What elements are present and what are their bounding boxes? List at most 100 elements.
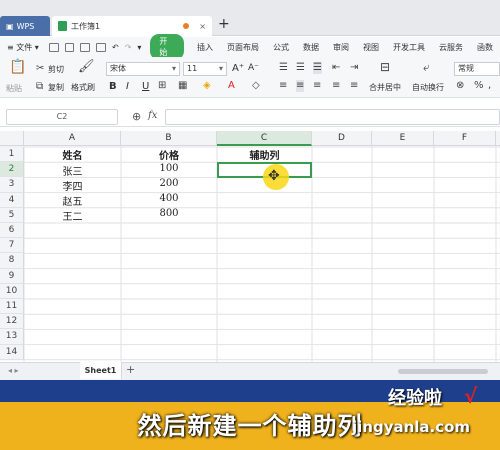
- redo-icon[interactable]: ↷: [125, 43, 132, 52]
- col-header-d[interactable]: D: [312, 131, 372, 146]
- row-header-4[interactable]: 4: [0, 192, 24, 208]
- align-right-icon[interactable]: ≡: [313, 80, 321, 92]
- col-header-e[interactable]: E: [372, 131, 434, 146]
- row-header-14[interactable]: 14: [0, 344, 24, 360]
- row-header-10[interactable]: 10: [0, 283, 24, 299]
- col-header-a[interactable]: A: [24, 131, 121, 146]
- row-header-1[interactable]: 1: [0, 147, 24, 163]
- row-header-5[interactable]: 5: [0, 207, 24, 223]
- name-box[interactable]: C2: [6, 109, 118, 125]
- select-all-corner[interactable]: [0, 131, 24, 146]
- row-header-6[interactable]: 6: [0, 223, 24, 239]
- currency-icon[interactable]: ⊗: [456, 80, 464, 92]
- tab-workbook-label: 工作簿1: [71, 21, 101, 31]
- tab-close-button[interactable]: ×: [199, 22, 206, 31]
- menu-insert[interactable]: 插入: [190, 42, 220, 53]
- cell-a4[interactable]: 赵五: [24, 193, 121, 208]
- font-color-icon[interactable]: A: [228, 80, 235, 92]
- col-header-f[interactable]: F: [434, 131, 496, 146]
- undo-icon[interactable]: ↶: [112, 43, 119, 52]
- outdent-icon[interactable]: ⇥: [350, 62, 358, 74]
- row-header-2[interactable]: 2: [0, 162, 24, 178]
- merge-cells-icon[interactable]: ▦: [178, 80, 187, 92]
- row-header-12[interactable]: 12: [0, 314, 24, 330]
- cell-b3[interactable]: 200: [121, 178, 217, 193]
- menu-developer[interactable]: 开发工具: [386, 42, 432, 53]
- fill-color-icon[interactable]: ◈: [203, 80, 211, 92]
- row-header-3[interactable]: 3: [0, 177, 24, 193]
- cell-a3[interactable]: 李四: [24, 178, 121, 193]
- indent-icon[interactable]: ⇤: [332, 62, 340, 74]
- cell-a5[interactable]: 王二: [24, 208, 121, 223]
- sheet-nav-icons[interactable]: ◂ ▸: [8, 366, 19, 375]
- print-icon[interactable]: [64, 42, 75, 52]
- decrease-font-button[interactable]: A⁻: [248, 63, 259, 73]
- menu-data[interactable]: 数据: [296, 42, 326, 53]
- align-top-icon[interactable]: ☰: [279, 62, 288, 74]
- cell-b4[interactable]: 400: [121, 193, 217, 208]
- col-header-c[interactable]: C: [217, 131, 312, 146]
- cut-button[interactable]: 剪切: [48, 64, 64, 75]
- formula-input[interactable]: [165, 109, 500, 125]
- tab-workbook[interactable]: 工作簿1 ×: [52, 16, 212, 36]
- menu-page-layout[interactable]: 页面布局: [220, 42, 266, 53]
- wrap-text-button[interactable]: 自动换行: [412, 82, 444, 93]
- new-tab-button[interactable]: +: [218, 16, 230, 32]
- save-icon[interactable]: [48, 42, 59, 52]
- underline-button[interactable]: U: [142, 81, 149, 92]
- font-family-value: 宋体: [110, 64, 126, 73]
- clear-format-icon[interactable]: ◇: [252, 80, 260, 92]
- merge-center-button[interactable]: 合并居中: [369, 82, 401, 93]
- number-format-select[interactable]: 常规: [454, 62, 500, 76]
- menu-bar: ≡ 文件 ▾ ↶ ↷ ▾ 开始 插入 页面布局 公式 数据 审阅 视图 开发工具…: [0, 34, 500, 60]
- row-header-8[interactable]: 8: [0, 253, 24, 269]
- font-family-select[interactable]: 宋体 ▾: [106, 62, 180, 76]
- sheet-tab-sheet1[interactable]: Sheet1: [80, 362, 122, 379]
- cell-b1[interactable]: 价格: [121, 147, 217, 162]
- font-size-select[interactable]: 11 ▾: [183, 62, 227, 76]
- bold-button[interactable]: B: [109, 81, 117, 92]
- paste-icon[interactable]: 📋: [9, 60, 26, 74]
- percent-icon[interactable]: %: [474, 80, 484, 92]
- distribute-icon[interactable]: ≡: [350, 80, 358, 92]
- add-sheet-button[interactable]: +: [126, 363, 135, 376]
- row-header-7[interactable]: 7: [0, 238, 24, 254]
- tab-wps-home[interactable]: ▣ WPS: [0, 16, 50, 36]
- align-left-icon[interactable]: ≡: [279, 80, 287, 92]
- scissors-icon: ✂: [36, 63, 45, 74]
- align-middle-icon[interactable]: ☰: [296, 62, 305, 74]
- row-header-9[interactable]: 9: [0, 268, 24, 284]
- justify-icon[interactable]: ≡: [332, 80, 340, 92]
- fx-icon[interactable]: fx: [148, 110, 157, 121]
- italic-button[interactable]: I: [126, 81, 129, 92]
- cell-c1[interactable]: 辅助列: [217, 147, 312, 162]
- horizontal-scrollbar[interactable]: [398, 369, 488, 374]
- menu-review[interactable]: 审阅: [326, 42, 356, 53]
- copy-button[interactable]: 复制: [48, 82, 64, 93]
- preview-icon[interactable]: [80, 42, 91, 52]
- menu-file[interactable]: ≡ 文件 ▾: [0, 42, 46, 53]
- cell-a2[interactable]: 张三: [24, 163, 121, 178]
- export-icon[interactable]: [96, 42, 106, 52]
- col-header-b[interactable]: B: [121, 131, 217, 146]
- increase-font-button[interactable]: A⁺: [232, 63, 244, 74]
- format-painter-icon: 🖌: [78, 59, 95, 74]
- menu-formulas[interactable]: 公式: [266, 42, 296, 53]
- cell-b5[interactable]: 800: [121, 208, 217, 223]
- menu-functions[interactable]: 函数: [470, 42, 500, 53]
- cell-a1[interactable]: 姓名: [24, 147, 121, 162]
- align-bottom-icon[interactable]: ☰: [313, 62, 322, 74]
- paste-button[interactable]: 粘贴: [6, 83, 22, 94]
- comma-icon[interactable]: ,: [488, 80, 491, 92]
- watermark-check-icon: √: [464, 384, 478, 408]
- format-painter-button[interactable]: 格式刷: [71, 82, 95, 93]
- cell-b2[interactable]: 100: [121, 163, 217, 178]
- border-icon[interactable]: ⊞: [158, 80, 166, 92]
- align-center-icon[interactable]: ≡: [296, 80, 305, 92]
- menu-view[interactable]: 视图: [356, 42, 386, 53]
- more-icon[interactable]: ▾: [137, 43, 141, 52]
- row-header-13[interactable]: 13: [0, 329, 24, 345]
- row-header-11[interactable]: 11: [0, 299, 24, 315]
- zoom-icon[interactable]: ⊕: [132, 110, 141, 123]
- menu-cloud[interactable]: 云服务: [432, 42, 470, 53]
